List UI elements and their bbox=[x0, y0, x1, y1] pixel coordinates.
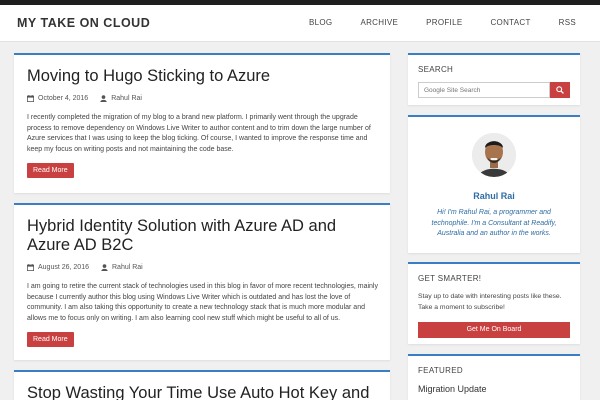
featured-widget: FEATURED Migration Update bbox=[408, 354, 580, 400]
site-brand[interactable]: MY TAKE ON CLOUD bbox=[17, 16, 150, 30]
featured-link[interactable]: Migration Update bbox=[418, 384, 570, 394]
post-meta: August 26, 2016 Rahul Rai bbox=[27, 264, 378, 271]
nav-blog[interactable]: BLOG bbox=[309, 18, 332, 27]
search-icon bbox=[556, 86, 564, 94]
nav-contact[interactable]: CONTACT bbox=[490, 18, 530, 27]
post-card: Stop Wasting Your Time Use Auto Hot Key … bbox=[14, 370, 390, 400]
post-excerpt: I recently completed the migration of my… bbox=[27, 114, 371, 153]
author-name[interactable]: Rahul Rai bbox=[418, 191, 570, 201]
nav-archive[interactable]: ARCHIVE bbox=[360, 18, 398, 27]
post-title[interactable]: Moving to Hugo Sticking to Azure bbox=[27, 67, 378, 86]
post-card: Moving to Hugo Sticking to Azure October… bbox=[14, 53, 390, 193]
search-button[interactable] bbox=[550, 82, 570, 98]
calendar-icon bbox=[27, 264, 34, 271]
post-author[interactable]: Rahul Rai bbox=[111, 95, 142, 102]
author-avatar bbox=[472, 133, 516, 177]
post-date: August 26, 2016 bbox=[38, 264, 89, 271]
author-photo-icon bbox=[472, 133, 516, 177]
post-author[interactable]: Rahul Rai bbox=[112, 264, 143, 271]
post-meta: October 4, 2016 Rahul Rai bbox=[27, 95, 378, 102]
widget-heading: GET SMARTER! bbox=[418, 274, 482, 283]
calendar-icon bbox=[27, 95, 34, 102]
subscribe-widget: GET SMARTER! Stay up to date with intere… bbox=[408, 262, 580, 344]
author-widget: Rahul Rai Hi! I'm Rahul Rai, a programme… bbox=[408, 115, 580, 253]
post-title[interactable]: Stop Wasting Your Time Use Auto Hot Key … bbox=[27, 384, 378, 400]
post-date: October 4, 2016 bbox=[38, 95, 89, 102]
read-more-button[interactable]: Read More bbox=[27, 163, 74, 178]
post-title[interactable]: Hybrid Identity Solution with Azure AD a… bbox=[27, 217, 378, 255]
main-nav: BLOG ARCHIVE PROFILE CONTACT RSS bbox=[309, 18, 576, 27]
author-bio: Hi! I'm Rahul Rai, a programmer and tech… bbox=[431, 209, 557, 237]
subscribe-text: Stay up to date with interesting posts l… bbox=[418, 293, 562, 311]
widget-heading: FEATURED bbox=[418, 366, 463, 375]
search-input[interactable] bbox=[418, 82, 550, 98]
user-icon bbox=[101, 264, 108, 271]
post-excerpt: I am going to retire the current stack o… bbox=[27, 283, 378, 322]
read-more-button[interactable]: Read More bbox=[27, 332, 74, 347]
header-navbar: MY TAKE ON CLOUD BLOG ARCHIVE PROFILE CO… bbox=[0, 5, 600, 42]
user-icon bbox=[100, 95, 107, 102]
search-row bbox=[418, 82, 570, 98]
widget-heading: SEARCH bbox=[418, 65, 454, 74]
nav-profile[interactable]: PROFILE bbox=[426, 18, 462, 27]
subscribe-button[interactable]: Get Me On Board bbox=[418, 322, 570, 338]
search-widget: SEARCH bbox=[408, 53, 580, 105]
nav-rss[interactable]: RSS bbox=[559, 18, 576, 27]
post-card: Hybrid Identity Solution with Azure AD a… bbox=[14, 203, 390, 360]
